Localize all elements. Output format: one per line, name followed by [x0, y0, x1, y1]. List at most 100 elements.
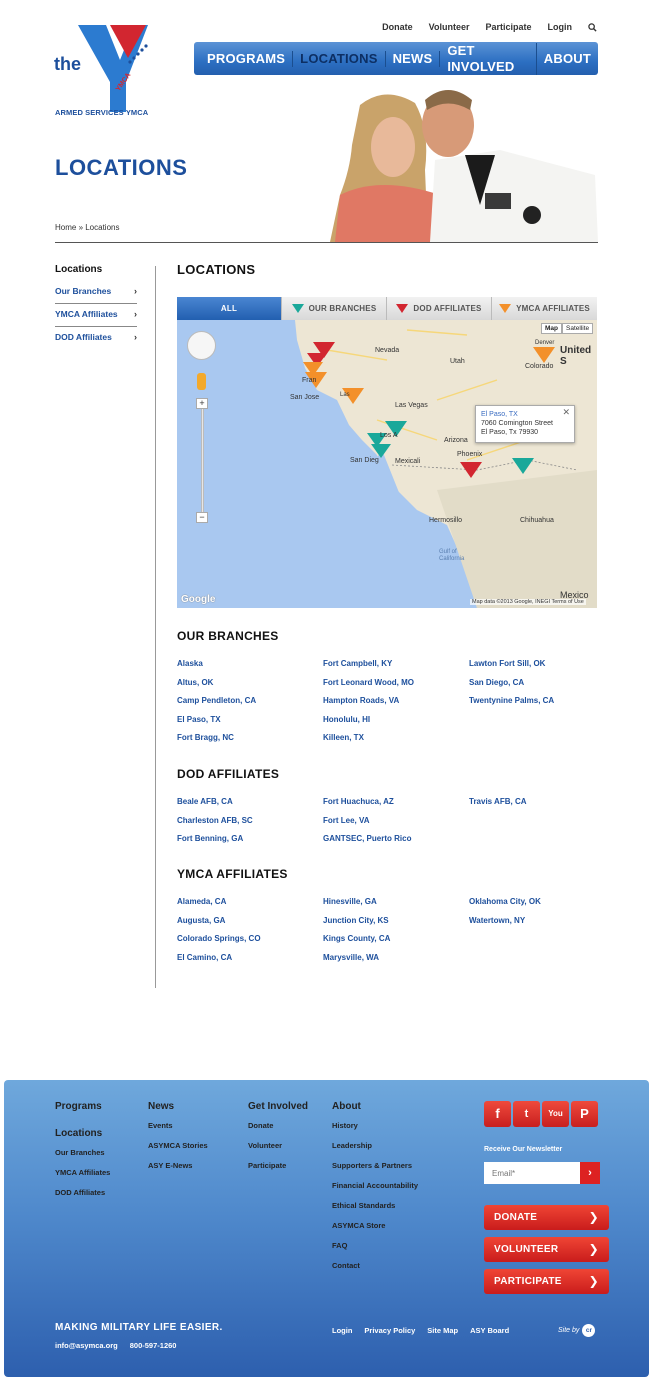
ymca-link[interactable]: Oklahoma City, OK [469, 897, 615, 916]
search-icon[interactable] [588, 22, 597, 32]
footer-link[interactable]: Donate [248, 1121, 308, 1130]
footer-link[interactable]: ASY E-News [148, 1161, 208, 1170]
sidebar-item-our-branches[interactable]: Our Branches › [55, 281, 137, 304]
dod-link[interactable]: Travis AFB, CA [469, 797, 615, 816]
nav-news[interactable]: NEWS [386, 50, 441, 67]
site-by-credit[interactable]: Site by cr [558, 1324, 596, 1337]
dod-link[interactable]: Fort Huachuca, AZ [323, 797, 469, 816]
branch-link[interactable]: Killeen, TX [323, 733, 469, 752]
map-type-satellite-button[interactable]: Satellite [562, 323, 594, 334]
sidebar-item-dod-affiliates[interactable]: DOD Affiliates › [55, 327, 137, 349]
tab-all[interactable]: ALL [177, 297, 282, 320]
nav-get-involved[interactable]: GET INVOLVED [440, 42, 537, 75]
branch-link[interactable]: Twentynine Palms, CA [469, 696, 615, 715]
donate-button[interactable]: DONATE ❯ [484, 1205, 609, 1230]
util-volunteer-link[interactable]: Volunteer [429, 22, 470, 32]
branch-link[interactable]: Honolulu, HI [323, 715, 469, 734]
footer-link[interactable]: ASYMCA Stories [148, 1141, 208, 1150]
branch-link[interactable]: San Diego, CA [469, 678, 615, 697]
footer-link[interactable]: History [332, 1121, 418, 1130]
map-label: San Dieg [350, 457, 379, 464]
footer-asy-board-link[interactable]: ASY Board [470, 1326, 509, 1335]
branch-link[interactable]: Hampton Roads, VA [323, 696, 469, 715]
ymca-link[interactable]: Watertown, NY [469, 916, 615, 935]
branch-link[interactable]: El Paso, TX [177, 715, 323, 734]
map-type-map-button[interactable]: Map [541, 323, 562, 334]
util-donate-link[interactable]: Donate [382, 22, 413, 32]
util-login-link[interactable]: Login [548, 22, 573, 32]
branch-link[interactable]: Alaska [177, 659, 323, 678]
twitter-icon[interactable]: t [513, 1101, 540, 1127]
nav-programs[interactable]: PROGRAMS [200, 50, 294, 67]
branch-link[interactable]: Altus, OK [177, 678, 323, 697]
nav-about[interactable]: ABOUT [537, 51, 598, 67]
info-city[interactable]: El Paso, TX [481, 410, 569, 419]
ymca-link[interactable]: Junction City, KS [323, 916, 469, 935]
footer-link[interactable]: Financial Accountability [332, 1181, 418, 1190]
close-icon[interactable]: ✕ [562, 408, 570, 417]
footer-link[interactable]: Our Branches [55, 1148, 110, 1157]
map-pan-control[interactable] [187, 331, 216, 360]
dod-link[interactable]: Charleston AFB, SC [177, 816, 323, 835]
footer-link[interactable]: Volunteer [248, 1141, 308, 1150]
dod-link[interactable]: GANTSEC, Puerto Rico [323, 834, 469, 853]
branch-link[interactable]: Camp Pendleton, CA [177, 696, 323, 715]
facebook-icon[interactable]: f [484, 1101, 511, 1127]
footer-link[interactable]: Ethical Standards [332, 1201, 418, 1210]
ymca-link[interactable]: Kings County, CA [323, 934, 469, 953]
chevron-right-icon: › [134, 286, 137, 296]
branch-link[interactable]: Lawton Fort Sill, OK [469, 659, 615, 678]
footer-link[interactable]: DOD Affiliates [55, 1188, 110, 1197]
footer-link[interactable]: Contact [332, 1261, 418, 1270]
util-participate-link[interactable]: Participate [485, 22, 531, 32]
newsletter-submit-button[interactable]: › [580, 1162, 600, 1184]
branch-link[interactable]: Fort Campbell, KY [323, 659, 469, 678]
ymca-link[interactable]: Augusta, GA [177, 916, 323, 935]
nav-locations[interactable]: LOCATIONS [293, 50, 386, 67]
footer-news-heading[interactable]: News [148, 1101, 208, 1112]
footer-link[interactable]: Events [148, 1121, 208, 1130]
participate-button[interactable]: PARTICIPATE ❯ [484, 1269, 609, 1294]
youtube-icon[interactable]: You [542, 1101, 569, 1127]
locations-map[interactable]: Nevada Utah United S Colorado Denver San… [177, 320, 597, 608]
footer-about-heading[interactable]: About [332, 1101, 418, 1112]
ymca-link[interactable]: Hinesville, GA [323, 897, 469, 916]
ymca-link[interactable]: Alameda, CA [177, 897, 323, 916]
zoom-in-button[interactable]: + [196, 398, 208, 409]
footer-privacy-link[interactable]: Privacy Policy [364, 1326, 415, 1335]
pinterest-icon[interactable]: P [571, 1101, 598, 1127]
sidebar-title[interactable]: Locations [55, 264, 137, 275]
ymca-link[interactable]: Colorado Springs, CO [177, 934, 323, 953]
footer-link[interactable]: Supporters & Partners [332, 1161, 418, 1170]
footer-sitemap-link[interactable]: Site Map [427, 1326, 458, 1335]
dod-link[interactable]: Fort Benning, GA [177, 834, 323, 853]
footer-login-link[interactable]: Login [332, 1326, 352, 1335]
dod-link[interactable]: Beale AFB, CA [177, 797, 323, 816]
footer-link[interactable]: Participate [248, 1161, 308, 1170]
branch-link[interactable]: Fort Bragg, NC [177, 733, 323, 752]
footer-locations-heading[interactable]: Locations [55, 1128, 110, 1139]
street-view-pegman-icon[interactable] [197, 373, 206, 390]
tab-our-branches[interactable]: OUR BRANCHES [282, 297, 387, 320]
breadcrumb[interactable]: Home » Locations [55, 223, 119, 232]
ymca-link[interactable]: El Camino, CA [177, 953, 323, 972]
dod-link[interactable]: Fort Lee, VA [323, 816, 469, 835]
footer-link[interactable]: FAQ [332, 1241, 418, 1250]
sidebar-item-ymca-affiliates[interactable]: YMCA Affiliates › [55, 304, 137, 327]
newsletter-email-input[interactable] [484, 1162, 580, 1184]
ymca-link[interactable]: Marysville, WA [323, 953, 469, 972]
tab-ymca-affiliates[interactable]: YMCA AFFILIATES [492, 297, 597, 320]
ymca-logo[interactable]: the YMCA [54, 20, 150, 120]
footer-link[interactable]: Leadership [332, 1141, 418, 1150]
map-zoom-slider[interactable] [201, 398, 204, 523]
volunteer-button[interactable]: VOLUNTEER ❯ [484, 1237, 609, 1262]
tab-dod-affiliates[interactable]: DOD AFFILIATES [387, 297, 492, 320]
footer-get-involved-heading[interactable]: Get Involved [248, 1101, 308, 1112]
footer-link[interactable]: YMCA Affiliates [55, 1168, 110, 1177]
footer-link[interactable]: ASYMCA Store [332, 1221, 418, 1230]
footer-email-link[interactable]: info@asymca.org [55, 1341, 118, 1350]
footer-programs-heading[interactable]: Programs [55, 1101, 110, 1112]
zoom-out-button[interactable]: − [196, 512, 208, 523]
branch-link[interactable]: Fort Leonard Wood, MO [323, 678, 469, 697]
ymca-list: Alameda, CA Hinesville, GA Oklahoma City… [177, 897, 617, 971]
